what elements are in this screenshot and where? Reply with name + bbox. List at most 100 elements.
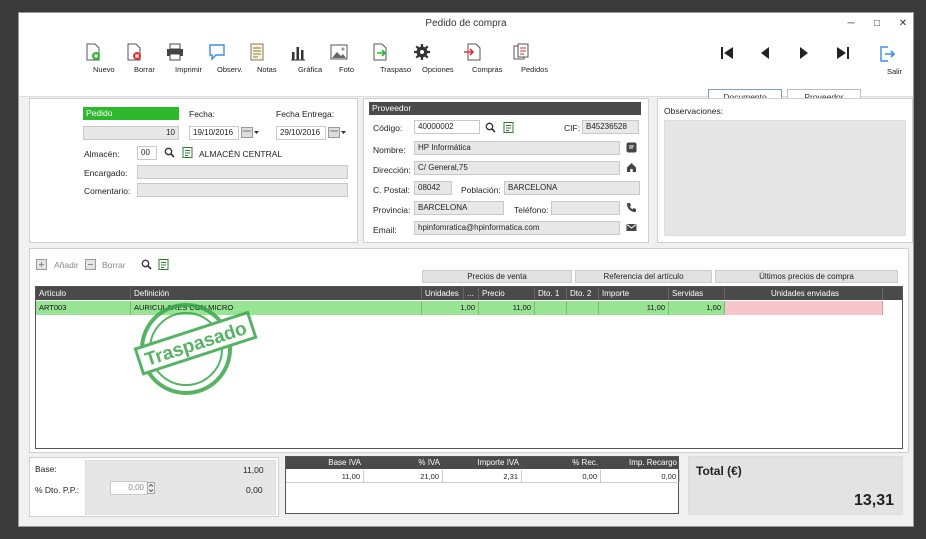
- warehouse-search-icon[interactable]: [164, 147, 175, 158]
- close-icon[interactable]: ✕: [897, 13, 909, 35]
- postal-code-field[interactable]: 08042: [414, 181, 452, 195]
- purchases-icon: [464, 43, 481, 61]
- photo-button[interactable]: Foto: [319, 43, 359, 74]
- supplier-code-label: Código:: [373, 123, 403, 133]
- date-field[interactable]: 19/10/2016: [189, 126, 239, 140]
- base-label: Base:: [35, 464, 57, 474]
- vat-cell-surcharge: 0,00: [601, 470, 680, 483]
- add-line-icon[interactable]: [36, 259, 47, 270]
- minimize-icon[interactable]: ─: [845, 13, 857, 35]
- observations-button[interactable]: Observ.: [197, 43, 243, 74]
- delete-line-button[interactable]: Borrar: [102, 260, 126, 270]
- notes-button[interactable]: Notas: [237, 43, 277, 74]
- manager-field[interactable]: [137, 165, 348, 179]
- email-field[interactable]: hpinfomratica@hpinformatica.com: [414, 221, 620, 235]
- exit-button[interactable]: Salir: [867, 45, 907, 76]
- supplier-name-field[interactable]: HP Informática: [414, 141, 620, 155]
- vat-table-header: Base IVA % IVA Importe IVA % Rec. Imp. R…: [286, 457, 678, 469]
- lines-notes-icon[interactable]: [158, 259, 169, 270]
- print-button[interactable]: Imprimir: [155, 43, 202, 74]
- cell-served: 1,00: [669, 301, 725, 315]
- purchases-button[interactable]: Compras: [452, 43, 502, 74]
- tab-sale-prices[interactable]: Precios de venta: [422, 270, 572, 283]
- notes-icon: [250, 43, 264, 61]
- transfer-button[interactable]: Traspaso: [360, 43, 411, 74]
- prompt-discount-input[interactable]: 0,00: [110, 481, 148, 495]
- delete-doc-icon: [127, 43, 141, 61]
- orders-icon: [513, 43, 529, 60]
- orders-button[interactable]: Pedidos: [501, 43, 548, 74]
- window-title: Pedido de compra: [425, 18, 507, 29]
- supplier-search-icon[interactable]: [485, 122, 496, 133]
- tab-last-purchase-prices[interactable]: Últimos precios de compra: [715, 270, 898, 283]
- add-line-button[interactable]: Añadir: [54, 260, 79, 270]
- comment-label: Comentario:: [84, 186, 131, 196]
- warehouse-code-field[interactable]: 00: [137, 146, 157, 160]
- cell-discount-2: [567, 301, 599, 315]
- new-doc-icon: [86, 43, 100, 61]
- total-value: 13,31: [853, 492, 894, 509]
- next-record-icon[interactable]: [796, 45, 812, 61]
- delete-button[interactable]: Borrar: [114, 43, 155, 74]
- col-served[interactable]: Servidas: [669, 287, 725, 300]
- comment-field[interactable]: [137, 183, 348, 197]
- base-value: 11,00: [243, 465, 264, 475]
- supplier-notes-icon[interactable]: [503, 122, 514, 133]
- calendar-dropdown-icon[interactable]: [241, 127, 259, 138]
- transfer-icon: [373, 43, 387, 61]
- phone-icon[interactable]: [626, 202, 637, 213]
- photo-label: Foto: [339, 65, 355, 74]
- discount-spinner-icon[interactable]: [147, 482, 155, 494]
- col-discount-2[interactable]: Dto. 2: [567, 287, 599, 300]
- exit-label: Salir: [887, 67, 903, 76]
- delete-line-icon[interactable]: [85, 259, 96, 270]
- maximize-icon[interactable]: □: [871, 13, 883, 35]
- exit-icon: [880, 46, 896, 62]
- chart-icon: [291, 47, 305, 61]
- options-label: Opciones: [422, 65, 454, 74]
- total-label: Total (€): [696, 464, 742, 478]
- phone-field[interactable]: [551, 201, 620, 215]
- prompt-discount-value: 0,00: [246, 485, 263, 495]
- province-field[interactable]: BARCELONA: [414, 201, 504, 215]
- transfer-label: Traspaso: [380, 65, 411, 74]
- col-article[interactable]: Artículo: [36, 287, 131, 300]
- options-button[interactable]: Opciones: [402, 43, 454, 74]
- order-header: Pedido: [83, 107, 179, 120]
- delivery-date-field[interactable]: 29/10/2016: [276, 126, 326, 140]
- home-icon[interactable]: [626, 162, 637, 173]
- delivery-calendar-dropdown-icon[interactable]: [328, 127, 346, 138]
- order-number-field[interactable]: 10: [83, 126, 179, 140]
- observations-textarea[interactable]: [664, 120, 906, 236]
- col-amount[interactable]: Importe: [599, 287, 669, 300]
- email-label: Email:: [373, 225, 397, 235]
- city-field[interactable]: BARCELONA: [504, 181, 640, 195]
- previous-record-icon[interactable]: [757, 45, 773, 61]
- warehouse-notes-icon[interactable]: [182, 147, 193, 158]
- col-units-more[interactable]: ...: [464, 287, 479, 300]
- col-discount-1[interactable]: Dto. 1: [535, 287, 567, 300]
- col-units[interactable]: Unidades: [422, 287, 464, 300]
- cell-article: ART003: [36, 301, 131, 315]
- address-field[interactable]: C/ General,75: [414, 161, 620, 175]
- chart-button[interactable]: Gráfica: [278, 43, 322, 74]
- vat-cell-rec: 0,00: [522, 470, 601, 483]
- totals-panel: Base: 11,00 % Dto. P.P.: 0,00 0,00: [29, 457, 279, 517]
- warehouse-name: ALMACÉN CENTRAL: [199, 149, 283, 159]
- envelope-icon[interactable]: [626, 222, 637, 233]
- message-icon[interactable]: [626, 142, 637, 153]
- new-button[interactable]: Nuevo: [73, 43, 115, 74]
- col-price[interactable]: Precio: [479, 287, 535, 300]
- total-box: Total (€) 13,31: [688, 456, 903, 515]
- lines-search-icon[interactable]: [141, 259, 152, 270]
- last-record-icon[interactable]: [835, 45, 851, 61]
- vat-col-rec: % Rec.: [572, 458, 598, 467]
- tab-article-reference[interactable]: Referencia del artículo: [575, 270, 712, 283]
- prompt-discount-label: % Dto. P.P.:: [35, 485, 80, 495]
- first-record-icon[interactable]: [719, 45, 735, 61]
- cell-discount-1: [535, 301, 567, 315]
- cif-field[interactable]: B45236528: [582, 120, 639, 134]
- col-units-sent[interactable]: Unidades enviadas: [725, 287, 883, 300]
- vat-col-pct: % IVA: [418, 458, 440, 467]
- supplier-code-field[interactable]: 40000002: [414, 120, 480, 134]
